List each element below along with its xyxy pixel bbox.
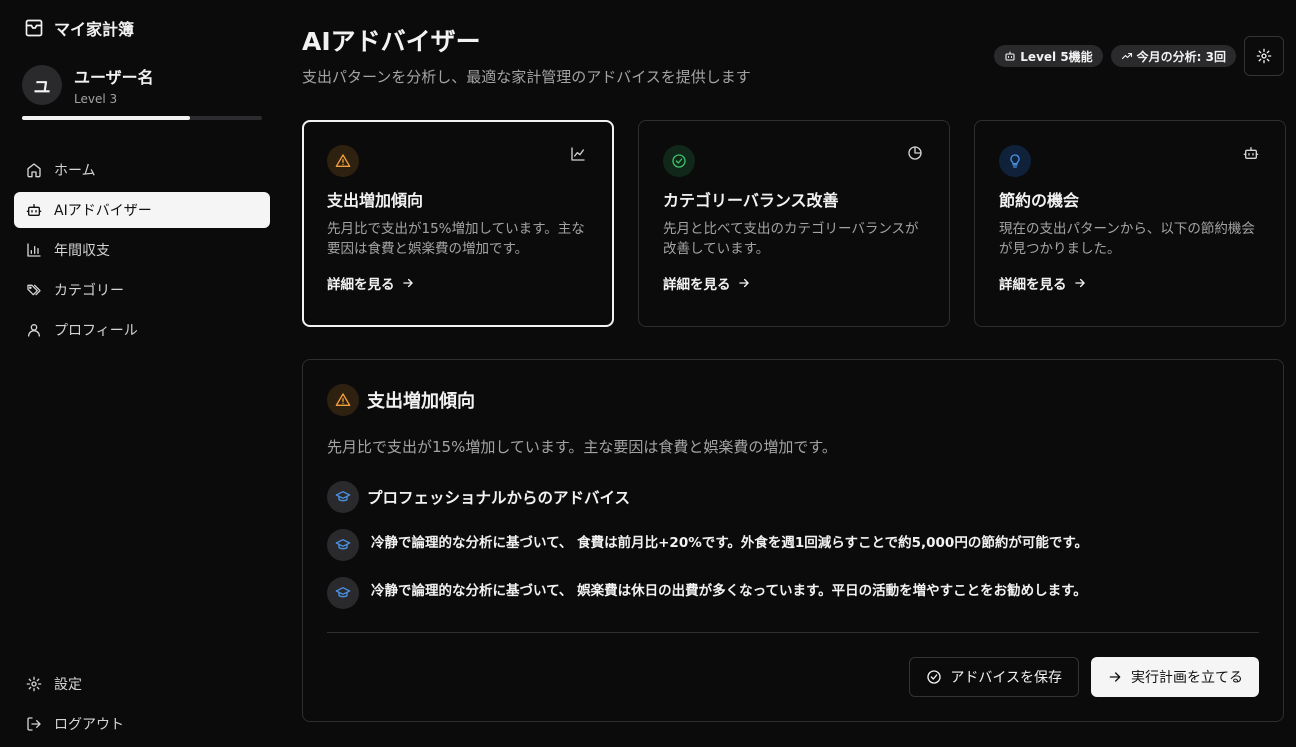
create-plan-button[interactable]: 実行計画を立てる	[1091, 657, 1259, 697]
link-label: 詳細を見る	[999, 277, 1067, 293]
button-label: 実行計画を立てる	[1131, 670, 1243, 686]
card-title: カテゴリーバランス改善	[663, 191, 839, 210]
user-name: ユーザー名	[74, 68, 154, 87]
home-icon	[26, 162, 42, 178]
trending-up-icon	[1121, 50, 1133, 62]
app-name: マイ家計簿	[54, 20, 135, 39]
detail-title: 支出増加傾向	[367, 391, 475, 412]
sidebar-item-label: ログアウト	[54, 717, 124, 733]
arrow-right-icon	[737, 276, 751, 290]
badge-label: 今月の分析: 3回	[1136, 49, 1226, 64]
page-subtitle: 支出パターンを分析し、最適な家計管理のアドバイスを提供します	[302, 68, 751, 86]
sidebar-item-label: 設定	[54, 677, 82, 693]
line-chart-icon	[570, 146, 586, 162]
button-label: アドバイスを保存	[950, 670, 1062, 686]
insight-card-category-balance[interactable]: カテゴリーバランス改善 先月と比べて支出のカテゴリーバランスが改善しています。 …	[638, 120, 950, 327]
level-feature-badge: Level 5機能	[994, 45, 1103, 67]
sidebar-item-label: カテゴリー	[54, 283, 124, 299]
level-progress-bar	[22, 116, 262, 120]
lightbulb-icon	[999, 145, 1031, 177]
detail-panel: 支出増加傾向 先月比で支出が15%増加しています。主な要因は食費と娯楽費の増加で…	[302, 359, 1284, 722]
bot-icon	[26, 202, 42, 218]
link-label: 詳細を見る	[327, 277, 395, 293]
avatar: ユ	[22, 65, 62, 105]
sidebar-nav: ホーム AIアドバイザー 年間収支 カテゴリー プロフィール	[14, 152, 270, 352]
insight-card-savings[interactable]: 節約の機会 現在の支出パターンから、以下の節約機会が見つかりました。 詳細を見る	[974, 120, 1286, 327]
card-description: 現在の支出パターンから、以下の節約機会が見つかりました。	[999, 221, 1255, 257]
sidebar-bottom: 設定 ログアウト	[14, 666, 270, 746]
card-description: 先月と比べて支出のカテゴリーバランスが改善しています。	[663, 221, 919, 257]
user-profile[interactable]: ユ ユーザー名 Level 3	[22, 64, 154, 106]
detail-actions: アドバイスを保存 実行計画を立てる	[909, 657, 1259, 697]
tags-icon	[26, 282, 42, 298]
insight-cards: 支出増加傾向 先月比で支出が15%増加しています。主な要因は食費と娯楽費の増加で…	[302, 120, 1286, 327]
save-advice-button[interactable]: アドバイスを保存	[909, 657, 1079, 697]
sidebar-item-logout[interactable]: ログアウト	[14, 706, 270, 742]
sidebar-item-home[interactable]: ホーム	[14, 152, 270, 188]
header-badges: Level 5機能 今月の分析: 3回	[994, 36, 1284, 76]
graduation-cap-icon	[327, 577, 359, 609]
view-details-link[interactable]: 詳細を見る	[327, 273, 589, 293]
wallet-icon	[24, 18, 44, 38]
arrow-right-icon	[1107, 669, 1123, 685]
bot-icon	[1243, 145, 1259, 161]
advice-heading: プロフェッショナルからのアドバイス	[327, 481, 1259, 513]
sidebar-item-annual[interactable]: 年間収支	[14, 232, 270, 268]
insight-card-spending-increase[interactable]: 支出増加傾向 先月比で支出が15%増加しています。主な要因は食費と娯楽費の増加で…	[302, 120, 614, 327]
sidebar-item-label: ホーム	[54, 163, 96, 179]
settings-button[interactable]	[1244, 36, 1284, 76]
user-level: Level 3	[74, 92, 118, 106]
detail-description: 先月比で支出が15%増加しています。主な要因は食費と娯楽費の増加です。	[327, 438, 837, 456]
check-circle-icon	[663, 145, 695, 177]
brand[interactable]: マイ家計簿	[24, 16, 134, 40]
advice-item: 冷静で論理的な分析に基づいて、 娯楽費は休日の出費が多くなっています。平日の活動…	[327, 577, 1259, 609]
sidebar: マイ家計簿 ユ ユーザー名 Level 3 ホーム AIアドバイザー 年間収支 …	[0, 0, 284, 747]
advice-text: 冷静で論理的な分析に基づいて、 食費は前月比+20%です。外食を週1回減らすこと…	[371, 535, 1088, 551]
sidebar-item-label: プロフィール	[54, 323, 138, 339]
advice-heading-label: プロフェッショナルからのアドバイス	[367, 489, 631, 507]
graduation-cap-icon	[327, 529, 359, 561]
card-title: 節約の機会	[999, 191, 1080, 210]
bot-icon	[1004, 50, 1016, 62]
view-details-link[interactable]: 詳細を見る	[999, 273, 1261, 293]
sidebar-item-label: 年間収支	[54, 243, 110, 259]
arrow-right-icon	[401, 276, 415, 290]
user-icon	[26, 322, 42, 338]
advice-item: 冷静で論理的な分析に基づいて、 食費は前月比+20%です。外食を週1回減らすこと…	[327, 529, 1259, 561]
sidebar-item-ai-advisor[interactable]: AIアドバイザー	[14, 192, 270, 228]
graduation-cap-icon	[327, 481, 359, 513]
level-progress-fill	[22, 116, 190, 120]
arrow-right-icon	[1073, 276, 1087, 290]
divider	[327, 632, 1259, 633]
logout-icon	[26, 716, 42, 732]
check-circle-icon	[926, 669, 942, 685]
alert-triangle-icon	[327, 145, 359, 177]
sidebar-item-label: AIアドバイザー	[54, 203, 152, 219]
bar-chart-icon	[26, 242, 42, 258]
link-label: 詳細を見る	[663, 277, 731, 293]
card-description: 先月比で支出が15%増加しています。主な要因は食費と娯楽費の増加です。	[327, 221, 585, 257]
card-title: 支出増加傾向	[327, 191, 424, 210]
pie-chart-icon	[907, 145, 923, 161]
analysis-count-badge: 今月の分析: 3回	[1110, 45, 1236, 67]
page-title: AIアドバイザー	[302, 27, 481, 56]
sidebar-item-category[interactable]: カテゴリー	[14, 272, 270, 308]
gear-icon	[26, 676, 42, 692]
gear-icon	[1256, 48, 1272, 64]
badge-label: Level 5機能	[1020, 49, 1093, 64]
sidebar-item-profile[interactable]: プロフィール	[14, 312, 270, 348]
view-details-link[interactable]: 詳細を見る	[663, 273, 925, 293]
sidebar-item-settings[interactable]: 設定	[14, 666, 270, 702]
advice-text: 冷静で論理的な分析に基づいて、 娯楽費は休日の出費が多くなっています。平日の活動…	[371, 583, 1087, 599]
alert-triangle-icon	[327, 384, 359, 416]
